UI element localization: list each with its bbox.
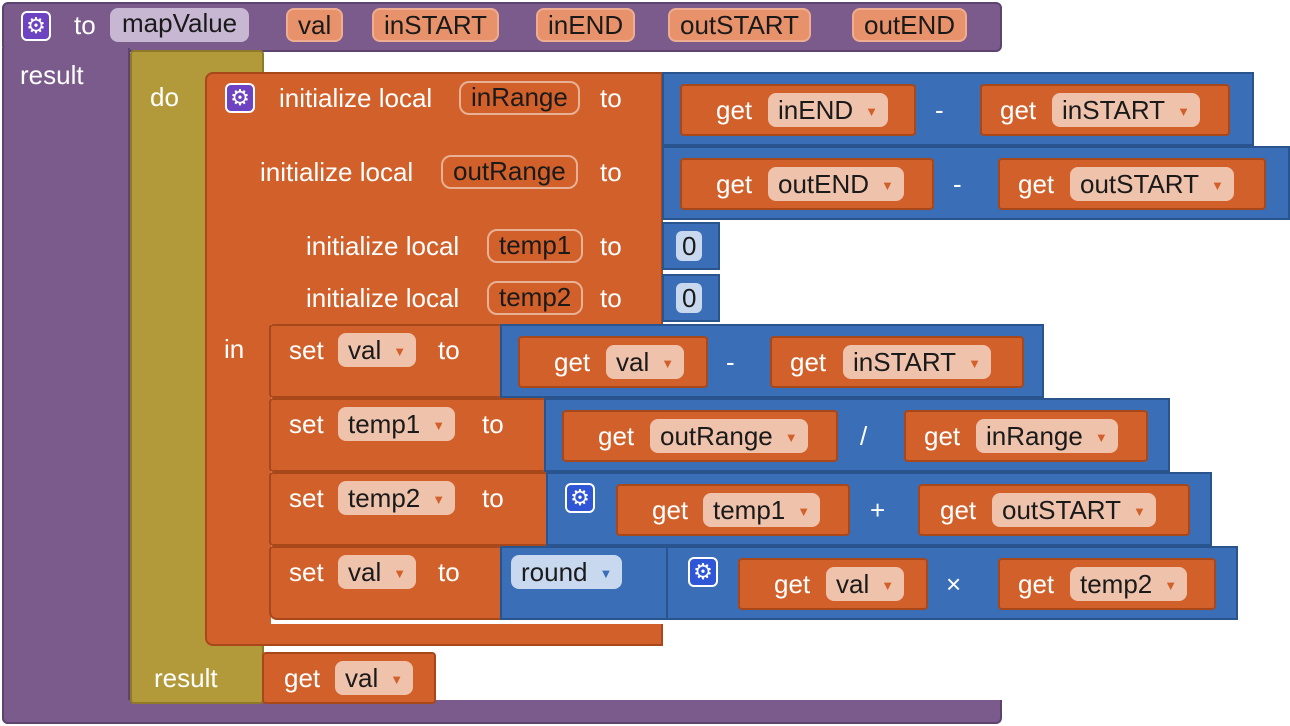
local-prefix: initialize local [306, 231, 460, 261]
local-name-temp2[interactable]: temp2 [487, 281, 584, 315]
triangle-down-icon: ▼ [393, 344, 407, 359]
to-label: to [74, 10, 96, 40]
get-dropdown[interactable]: val ▼ [826, 567, 905, 601]
get-label: get [774, 569, 811, 599]
param-outEND[interactable]: outEND [852, 8, 968, 42]
operator: - [726, 347, 735, 377]
set-var-dropdown[interactable]: temp2 ▼ [338, 481, 456, 515]
result-label: result [20, 60, 84, 90]
do-label: do [150, 82, 179, 112]
get-dropdown[interactable]: inSTART ▼ [1052, 93, 1200, 127]
get-label: get [598, 421, 635, 451]
get-dropdown[interactable]: outRange ▼ [650, 419, 808, 453]
get-label: get [716, 169, 753, 199]
triangle-down-icon: ▼ [784, 430, 798, 445]
local-to: to [600, 283, 622, 313]
param-inEND[interactable]: inEND [536, 8, 636, 42]
triangle-down-icon: ▼ [968, 356, 981, 371]
triangle-down-icon: ▼ [1094, 430, 1108, 445]
gear-icon[interactable]: ⚙ [688, 557, 718, 587]
local-name-inRange[interactable]: inRange [459, 81, 580, 115]
local-prefix: initialize local [279, 83, 433, 113]
get-label: get [1018, 569, 1055, 599]
round-dropdown[interactable]: round ▼ [511, 555, 623, 589]
param-inSTART[interactable]: inSTART [372, 8, 500, 42]
operator: - [953, 169, 962, 199]
set-label: set [289, 483, 324, 513]
local-prefix: initialize local [306, 283, 460, 313]
do-result-label: result [154, 663, 218, 693]
get-dropdown[interactable]: temp2 ▼ [1070, 567, 1188, 601]
get-label: get [652, 495, 689, 525]
gear-icon[interactable]: ⚙ [21, 11, 51, 41]
set-label: set [289, 557, 324, 587]
get-dropdown[interactable]: temp1 ▼ [703, 493, 821, 527]
number-value[interactable]: 0 [676, 231, 703, 261]
operator: + [870, 495, 886, 525]
triangle-down-icon: ▼ [881, 178, 894, 193]
get-dropdown[interactable]: outSTART ▼ [1070, 167, 1234, 201]
triangle-down-icon: ▼ [797, 504, 811, 519]
get-dropdown[interactable]: inEND ▼ [768, 93, 889, 127]
set-var-dropdown[interactable]: temp1 ▼ [338, 407, 456, 441]
get-label: get [924, 421, 961, 451]
triangle-down-icon: ▼ [393, 566, 407, 581]
get-dropdown[interactable]: val ▼ [606, 345, 685, 379]
set-label: set [289, 335, 324, 365]
set-var-dropdown[interactable]: val ▼ [338, 333, 417, 367]
triangle-down-icon: ▼ [1132, 504, 1146, 519]
triangle-down-icon: ▼ [1164, 578, 1178, 593]
triangle-down-icon: ▼ [1210, 178, 1224, 193]
local-to: to [600, 231, 622, 261]
in-label: in [224, 334, 245, 364]
triangle-down-icon: ▼ [661, 356, 675, 371]
triangle-down-icon: ▼ [432, 418, 446, 433]
get-label: get [284, 663, 321, 693]
procedure-body [2, 48, 130, 724]
local-name-outRange[interactable]: outRange [441, 155, 578, 189]
procedure-name[interactable]: mapValue [110, 8, 250, 42]
set-to: to [482, 483, 504, 513]
set-label: set [289, 409, 324, 439]
get-dropdown[interactable]: outEND ▼ [768, 167, 904, 201]
get-label: get [716, 95, 753, 125]
gear-icon[interactable]: ⚙ [565, 483, 595, 513]
get-label: get [940, 495, 977, 525]
operator: / [860, 421, 868, 451]
set-var-dropdown[interactable]: val ▼ [338, 555, 417, 589]
local-name-temp1[interactable]: temp1 [487, 229, 584, 263]
local-to: to [600, 83, 622, 113]
local-init-body [205, 320, 271, 626]
number-value[interactable]: 0 [676, 283, 703, 313]
get-label: get [790, 347, 827, 377]
get-dropdown[interactable]: inRange ▼ [976, 419, 1118, 453]
get-dropdown[interactable]: inSTART ▼ [843, 345, 991, 379]
param-outSTART[interactable]: outSTART [668, 8, 811, 42]
triangle-down-icon: ▼ [390, 672, 404, 687]
get-label: get [1018, 169, 1055, 199]
triangle-down-icon: ▼ [881, 578, 895, 593]
get-label: get [1000, 95, 1037, 125]
local-to: to [600, 157, 622, 187]
get-label: get [554, 347, 591, 377]
param-val[interactable]: val [286, 8, 344, 42]
set-to: to [438, 557, 460, 587]
set-to: to [438, 335, 460, 365]
triangle-down-icon: ▼ [432, 492, 446, 507]
gear-icon[interactable]: ⚙ [225, 83, 255, 113]
triangle-down-icon: ▼ [599, 566, 613, 581]
get-dropdown[interactable]: outSTART ▼ [992, 493, 1156, 527]
local-init-bottom [205, 624, 663, 646]
set-to: to [482, 409, 504, 439]
operator: × [946, 569, 962, 599]
operator: - [935, 95, 944, 125]
triangle-down-icon: ▼ [865, 104, 879, 119]
local-prefix: initialize local [260, 157, 414, 187]
triangle-down-icon: ▼ [1177, 104, 1190, 119]
result-get-dropdown[interactable]: val ▼ [335, 661, 414, 695]
